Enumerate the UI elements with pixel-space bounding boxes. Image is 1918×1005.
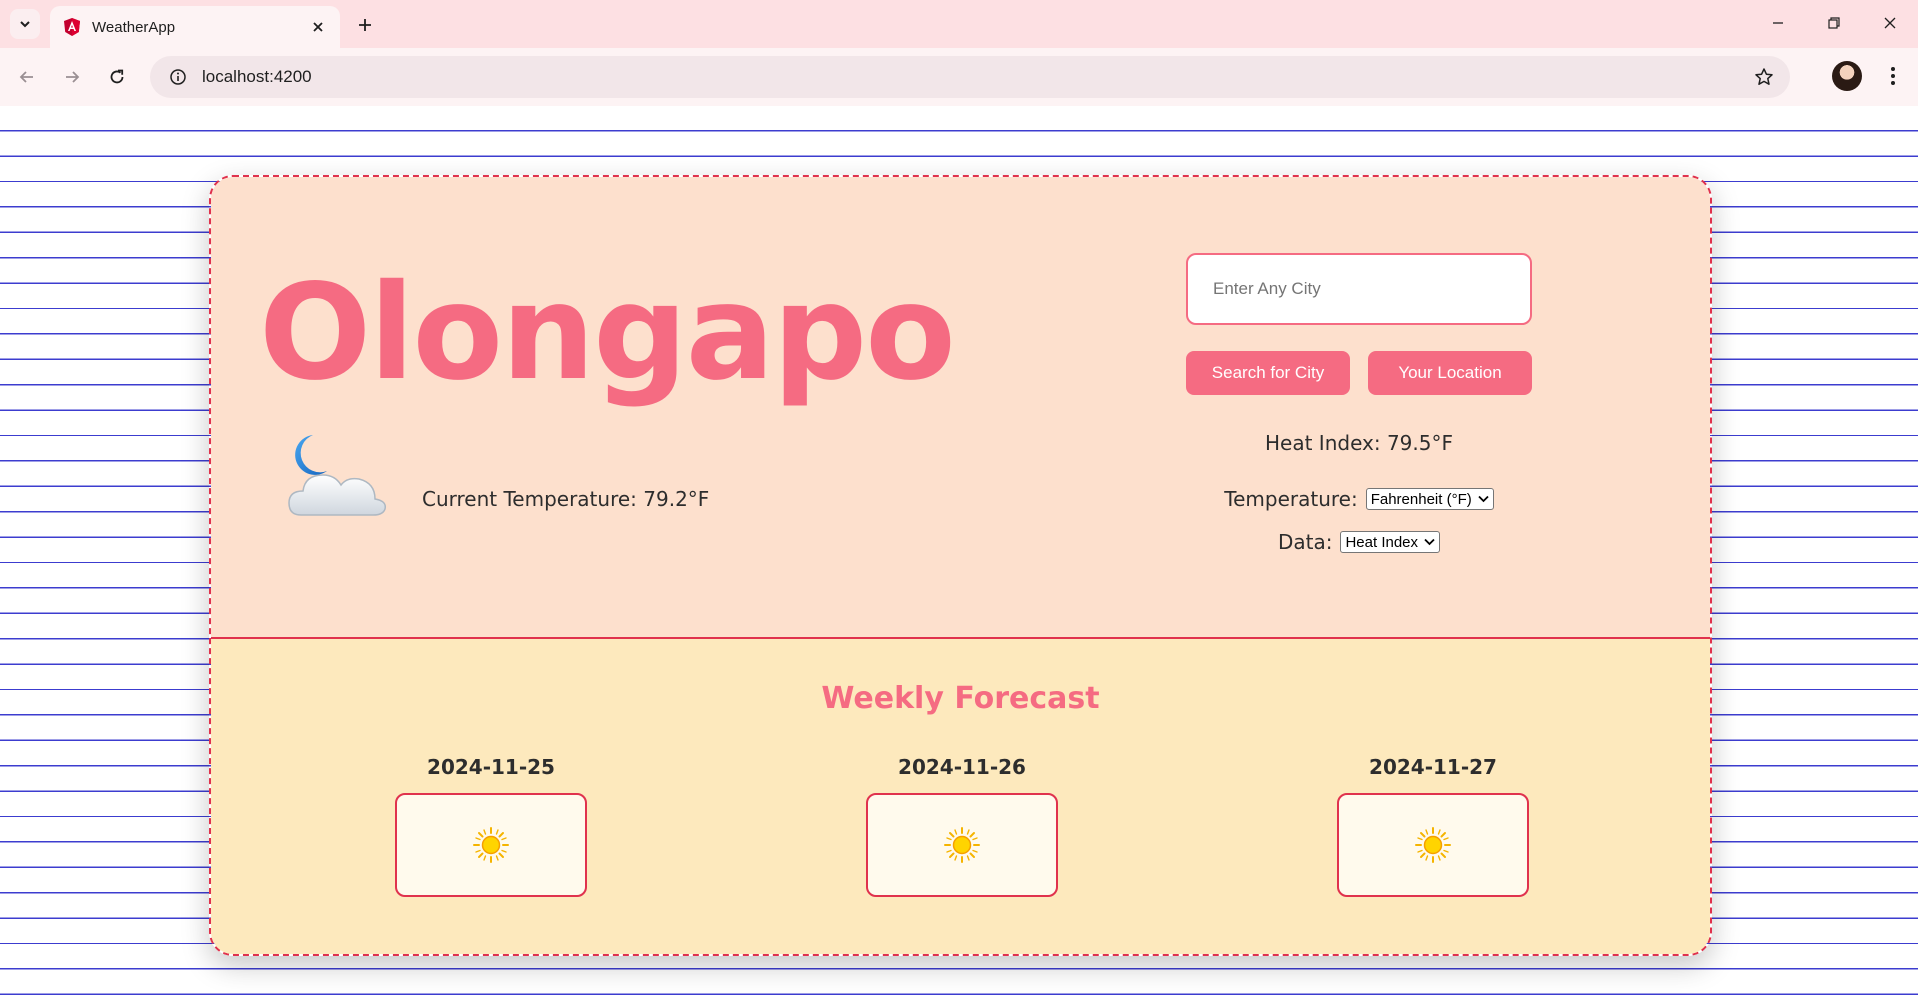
data-type-selected: Heat Index [1345, 533, 1419, 551]
active-tab[interactable]: WeatherApp [50, 6, 340, 48]
city-search-input[interactable] [1186, 253, 1532, 325]
site-info-icon[interactable] [158, 57, 198, 97]
data-type-row: Data: Heat Index [1186, 530, 1532, 554]
address-bar[interactable]: localhost:4200 [150, 56, 1790, 98]
temperature-unit-selected: Fahrenheit (°F) [1370, 490, 1472, 508]
forecast-date: 2024-11-27 [1369, 755, 1497, 779]
moon-cloud-icon [288, 435, 387, 516]
weekly-forecast-section: Weekly Forecast 2024-11-25 2024-11-26 20… [211, 639, 1710, 954]
forward-arrow-icon[interactable] [55, 60, 89, 94]
search-city-button[interactable]: Search for City [1186, 351, 1350, 395]
forecast-card [866, 793, 1058, 897]
angular-logo-icon [64, 18, 80, 36]
data-type-label: Data: [1277, 530, 1333, 554]
minimize-icon[interactable] [1758, 8, 1798, 38]
browser-toolbar: localhost:4200 [0, 48, 1918, 106]
profile-avatar[interactable] [1832, 61, 1862, 91]
bookmark-star-icon[interactable] [1744, 57, 1784, 97]
forecast-day: 2024-11-26 [866, 755, 1058, 897]
page-background: Olongapo Current Temperature: 79.2°F Sea… [0, 106, 1918, 1005]
chevron-down-icon [1424, 538, 1435, 546]
sun-icon [1415, 827, 1451, 863]
chevron-down-icon [1478, 495, 1489, 503]
browser-tab-bar: WeatherApp [0, 0, 1918, 48]
city-name: Olongapo [259, 256, 956, 410]
tab-close-icon[interactable] [308, 17, 328, 37]
your-location-button[interactable]: Your Location [1368, 351, 1532, 395]
tab-title: WeatherApp [92, 18, 176, 36]
temperature-unit-row: Temperature: Fahrenheit (°F) [1186, 487, 1532, 511]
forecast-day: 2024-11-27 [1337, 755, 1529, 897]
weather-card: Olongapo Current Temperature: 79.2°F Sea… [209, 175, 1712, 956]
data-type-select[interactable]: Heat Index [1340, 531, 1441, 553]
url-text: localhost:4200 [202, 67, 312, 86]
restore-icon[interactable] [1814, 8, 1854, 38]
forecast-date: 2024-11-25 [427, 755, 555, 779]
back-arrow-icon[interactable] [10, 60, 44, 94]
temperature-unit-select[interactable]: Fahrenheit (°F) [1365, 488, 1494, 510]
forecast-card [395, 793, 587, 897]
heat-index-value: Heat Index: 79.5°F [1265, 431, 1453, 455]
current-temperature: Current Temperature: 79.2°F [422, 487, 710, 511]
tab-search-button[interactable] [10, 9, 40, 39]
sun-icon [473, 827, 509, 863]
forecast-date: 2024-11-26 [898, 755, 1026, 779]
chevron-down-icon [20, 21, 30, 28]
current-weather-section: Olongapo Current Temperature: 79.2°F Sea… [211, 177, 1710, 639]
temperature-unit-label: Temperature: [1224, 487, 1358, 511]
more-menu-icon[interactable] [1878, 61, 1908, 91]
sun-icon [944, 827, 980, 863]
forecast-day: 2024-11-25 [395, 755, 587, 897]
new-tab-icon[interactable] [352, 12, 378, 38]
forecast-card [1337, 793, 1529, 897]
close-window-icon[interactable] [1870, 8, 1910, 38]
forecast-title: Weekly Forecast [821, 681, 1100, 716]
reload-icon[interactable] [100, 60, 134, 94]
